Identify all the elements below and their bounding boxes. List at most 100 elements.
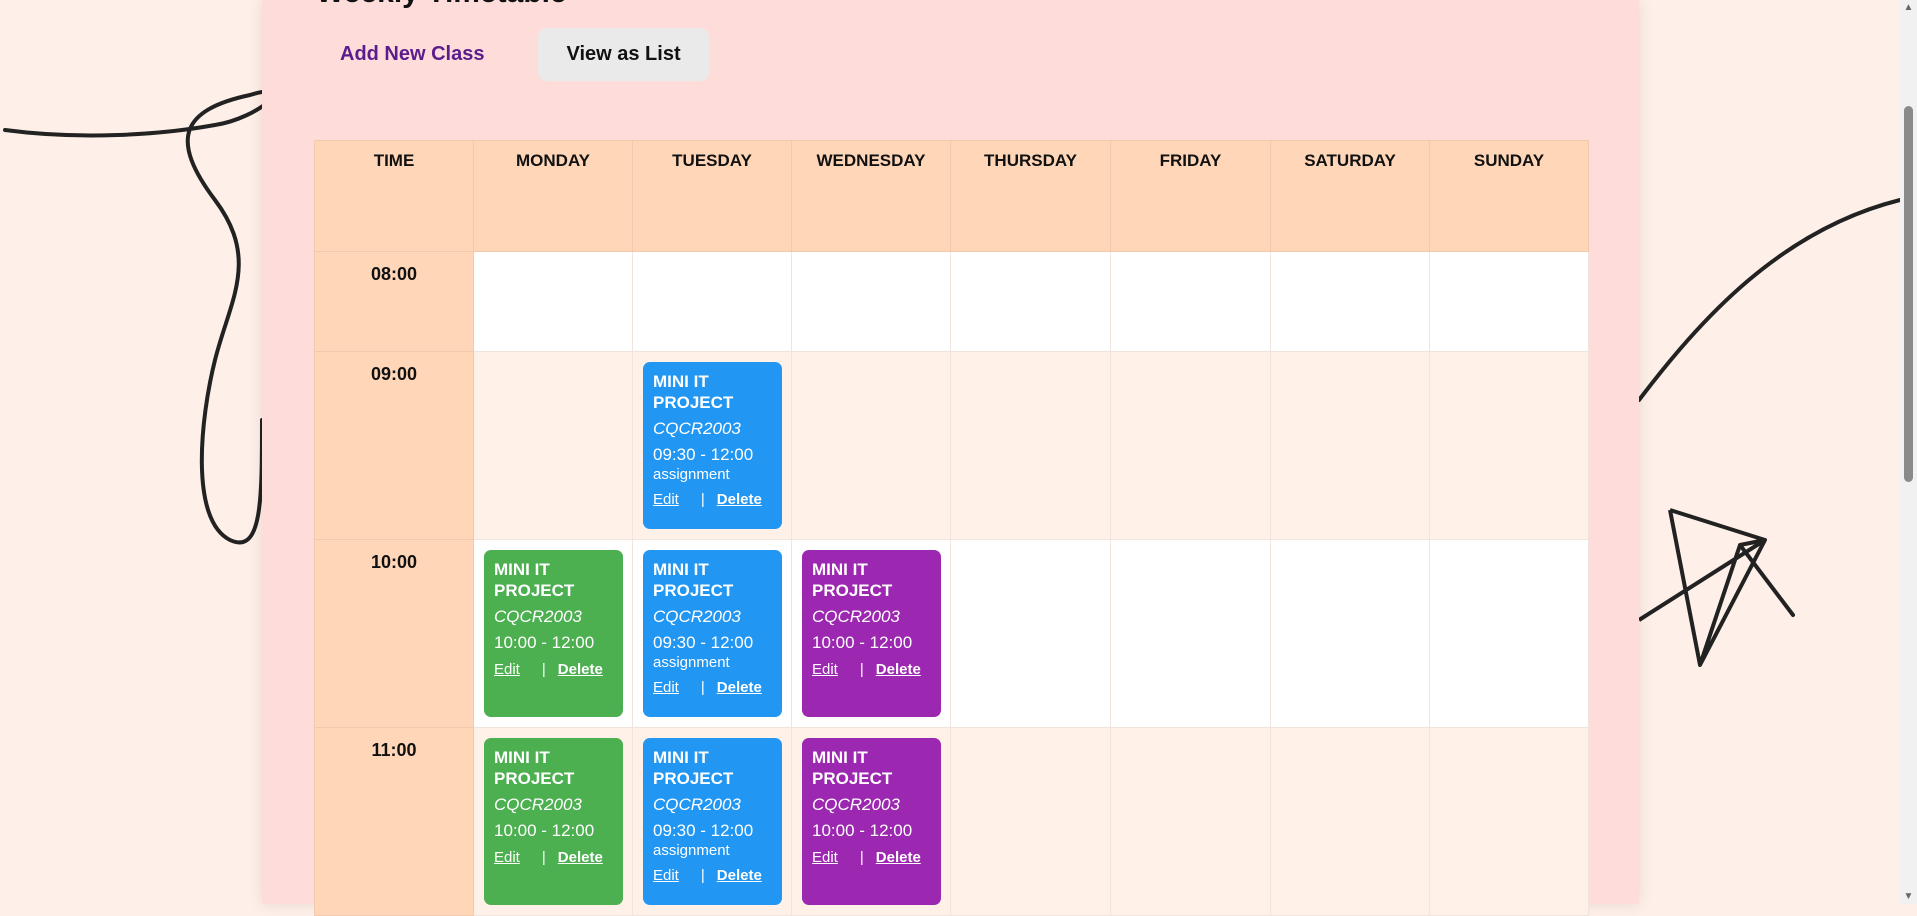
slot-tuesday-0900[interactable]: MINI IT PROJECT CQCR2003 09:30 - 12:00 a… <box>632 351 792 540</box>
header-time: TIME <box>314 140 474 252</box>
header-saturday: SATURDAY <box>1270 140 1430 252</box>
class-actions: Edit | Delete <box>812 849 931 866</box>
slot-sunday-1000[interactable] <box>1429 539 1589 728</box>
class-title: MINI IT PROJECT <box>653 560 734 600</box>
slot-wednesday-1000[interactable]: MINI IT PROJECT CQCR2003 10:00 - 12:00 E… <box>791 539 951 728</box>
class-card[interactable]: MINI IT PROJECT CQCR2003 10:00 - 12:00 E… <box>484 738 623 905</box>
slot-saturday-1000[interactable] <box>1270 539 1430 728</box>
row-0900: 09:00 MINI IT PROJECT CQCR2003 09:30 - 1… <box>314 351 1589 540</box>
slot-friday-1100[interactable] <box>1110 727 1271 916</box>
class-title: MINI IT PROJECT <box>653 372 734 412</box>
class-card[interactable]: MINI IT PROJECT CQCR2003 09:30 - 12:00 a… <box>643 738 782 905</box>
class-actions: Edit | Delete <box>494 661 613 678</box>
scroll-down-icon[interactable]: ▼ <box>1900 891 1917 902</box>
slot-monday-1000[interactable]: MINI IT PROJECT CQCR2003 10:00 - 12:00 E… <box>473 539 633 728</box>
slot-tuesday-1000[interactable]: MINI IT PROJECT CQCR2003 09:30 - 12:00 a… <box>632 539 792 728</box>
slot-monday-0900[interactable] <box>473 351 633 540</box>
separator: | <box>541 661 546 678</box>
page-scrollbar[interactable]: ▲ ▼ <box>1900 0 1917 904</box>
class-code: CQCR2003 <box>653 795 741 814</box>
class-time: 10:00 - 12:00 <box>812 821 913 840</box>
slot-monday-1100[interactable]: MINI IT PROJECT CQCR2003 10:00 - 12:00 E… <box>473 727 633 916</box>
scroll-up-icon[interactable]: ▲ <box>1900 2 1917 13</box>
class-actions: Edit | Delete <box>653 491 772 508</box>
slot-friday-0900[interactable] <box>1110 351 1271 540</box>
delete-link[interactable]: Delete <box>717 867 762 884</box>
class-time: 09:30 - 12:00 <box>653 633 754 652</box>
slot-monday-0800[interactable] <box>473 251 633 352</box>
separator: | <box>700 679 705 696</box>
class-actions: Edit | Delete <box>494 849 613 866</box>
header-thursday: THURSDAY <box>950 140 1111 252</box>
class-code: CQCR2003 <box>812 795 900 814</box>
toolbar: Add New Class View as List <box>310 28 709 81</box>
class-title: MINI IT PROJECT <box>494 560 575 600</box>
edit-link[interactable]: Edit <box>812 661 838 678</box>
class-card[interactable]: MINI IT PROJECT CQCR2003 09:30 - 12:00 a… <box>643 550 782 717</box>
delete-link[interactable]: Delete <box>717 679 762 696</box>
class-code: CQCR2003 <box>812 607 900 626</box>
slot-tuesday-1100[interactable]: MINI IT PROJECT CQCR2003 09:30 - 12:00 a… <box>632 727 792 916</box>
separator: | <box>541 849 546 866</box>
slot-friday-0800[interactable] <box>1110 251 1271 352</box>
slot-tuesday-0800[interactable] <box>632 251 792 352</box>
slot-sunday-0800[interactable] <box>1429 251 1589 352</box>
time-label: 09:00 <box>314 351 474 540</box>
header-row: TIME MONDAY TUESDAY WEDNESDAY THURSDAY F… <box>314 140 1589 252</box>
separator: | <box>859 661 864 678</box>
slot-thursday-0900[interactable] <box>950 351 1111 540</box>
page-title: Weekly Timetable <box>316 0 567 10</box>
class-title: MINI IT PROJECT <box>653 748 734 788</box>
slot-sunday-0900[interactable] <box>1429 351 1589 540</box>
delete-link[interactable]: Delete <box>558 849 603 866</box>
class-card[interactable]: MINI IT PROJECT CQCR2003 10:00 - 12:00 E… <box>802 738 941 905</box>
slot-thursday-1000[interactable] <box>950 539 1111 728</box>
class-title: MINI IT PROJECT <box>812 560 893 600</box>
separator: | <box>700 491 705 508</box>
slot-wednesday-0900[interactable] <box>791 351 951 540</box>
class-time: 09:30 - 12:00 <box>653 445 754 464</box>
class-title: MINI IT PROJECT <box>494 748 575 788</box>
delete-link[interactable]: Delete <box>558 661 603 678</box>
edit-link[interactable]: Edit <box>653 491 679 508</box>
class-card[interactable]: MINI IT PROJECT CQCR2003 09:30 - 12:00 a… <box>643 362 782 529</box>
row-1100: 11:00 MINI IT PROJECT CQCR2003 10:00 - 1… <box>314 727 1589 916</box>
row-1000: 10:00 MINI IT PROJECT CQCR2003 10:00 - 1… <box>314 539 1589 728</box>
slot-saturday-0800[interactable] <box>1270 251 1430 352</box>
class-title: MINI IT PROJECT <box>812 748 893 788</box>
edit-link[interactable]: Edit <box>812 849 838 866</box>
slot-saturday-1100[interactable] <box>1270 727 1430 916</box>
slot-thursday-1100[interactable] <box>950 727 1111 916</box>
slot-wednesday-0800[interactable] <box>791 251 951 352</box>
class-card[interactable]: MINI IT PROJECT CQCR2003 10:00 - 12:00 E… <box>802 550 941 717</box>
view-as-list-button[interactable]: View as List <box>538 28 709 81</box>
header-friday: FRIDAY <box>1110 140 1271 252</box>
class-actions: Edit | Delete <box>812 661 931 678</box>
scrollbar-thumb[interactable] <box>1904 106 1913 482</box>
class-actions: Edit | Delete <box>653 679 772 696</box>
delete-link[interactable]: Delete <box>717 491 762 508</box>
class-code: CQCR2003 <box>653 419 741 438</box>
slot-friday-1000[interactable] <box>1110 539 1271 728</box>
slot-thursday-0800[interactable] <box>950 251 1111 352</box>
edit-link[interactable]: Edit <box>653 867 679 884</box>
slot-sunday-1100[interactable] <box>1429 727 1589 916</box>
header-wednesday: WEDNESDAY <box>791 140 951 252</box>
edit-link[interactable]: Edit <box>494 849 520 866</box>
class-note: assignment <box>653 654 730 671</box>
edit-link[interactable]: Edit <box>653 679 679 696</box>
slot-wednesday-1100[interactable]: MINI IT PROJECT CQCR2003 10:00 - 12:00 E… <box>791 727 951 916</box>
delete-link[interactable]: Delete <box>876 661 921 678</box>
slot-saturday-0900[interactable] <box>1270 351 1430 540</box>
delete-link[interactable]: Delete <box>876 849 921 866</box>
row-0800: 08:00 <box>314 251 1589 352</box>
timetable-grid: TIME MONDAY TUESDAY WEDNESDAY THURSDAY F… <box>314 140 1589 916</box>
class-note: assignment <box>653 466 730 483</box>
time-label: 11:00 <box>314 727 474 916</box>
add-new-class-button[interactable]: Add New Class <box>310 28 514 81</box>
separator: | <box>859 849 864 866</box>
separator: | <box>700 867 705 884</box>
time-label: 08:00 <box>314 251 474 352</box>
edit-link[interactable]: Edit <box>494 661 520 678</box>
class-card[interactable]: MINI IT PROJECT CQCR2003 10:00 - 12:00 E… <box>484 550 623 717</box>
